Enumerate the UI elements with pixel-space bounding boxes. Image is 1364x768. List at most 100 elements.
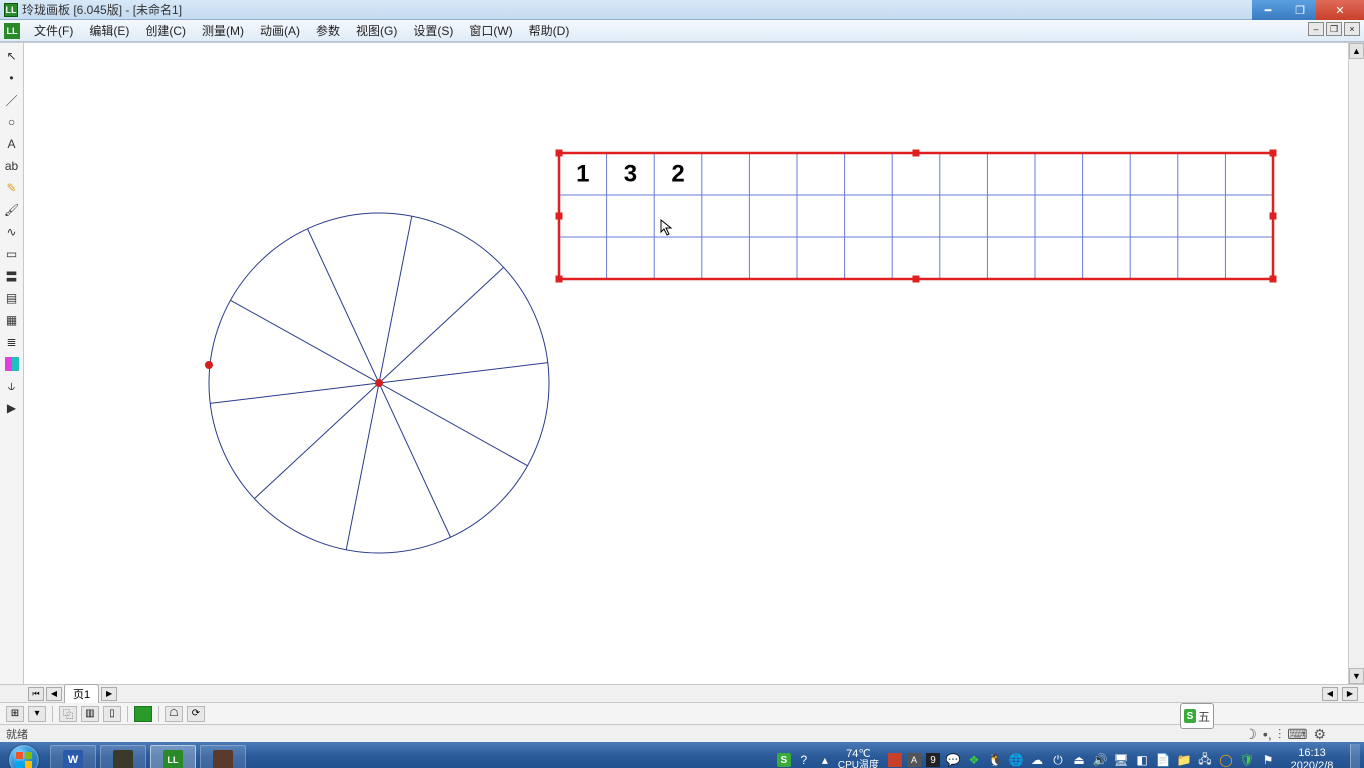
drawing-canvas[interactable]: 132 <box>24 43 1348 663</box>
menu-window[interactable]: 窗口(W) <box>461 20 520 41</box>
tool-lines[interactable]: ≣ <box>3 333 21 351</box>
ime-gear-icon[interactable]: ⚙ <box>1313 726 1326 743</box>
tray-network-icon[interactable]: 🖧 <box>1197 752 1213 768</box>
tray-sogou-icon[interactable]: S <box>777 753 791 767</box>
tool-pencil[interactable]: ✎ <box>3 179 21 197</box>
tray-cloud-icon[interactable]: ☁ <box>1029 752 1045 768</box>
tray-360-icon[interactable]: ◯ <box>1218 752 1234 768</box>
play-icon[interactable] <box>134 706 152 722</box>
windows-logo-icon <box>15 751 33 768</box>
menu-params[interactable]: 参数 <box>308 20 348 41</box>
taskbar-item-app2[interactable] <box>200 745 246 768</box>
close-button[interactable]: ✕ <box>1316 0 1364 20</box>
ime-indicator[interactable]: S 五 <box>1180 703 1214 729</box>
menu-measure[interactable]: 测量(M) <box>194 20 252 41</box>
cpu-temp-value: 74℃ <box>838 748 879 760</box>
tool-play[interactable]: ▶ <box>3 399 21 417</box>
layers-icon[interactable]: ▥ <box>81 706 99 722</box>
scroll-up-button[interactable]: ▲ <box>1349 43 1364 59</box>
tray-folder-icon[interactable]: 📁 <box>1176 752 1192 768</box>
tool-color[interactable] <box>3 355 21 373</box>
tool-brush[interactable]: 🖌 <box>3 201 21 219</box>
app-icon: LL <box>4 3 18 17</box>
tool-chart[interactable]: ⫝ <box>3 377 21 395</box>
hscroll-left[interactable]: ◀ <box>1322 687 1338 701</box>
menu-create[interactable]: 创建(C) <box>137 20 194 41</box>
clock[interactable]: 16:13 2020/2/8 <box>1285 747 1339 768</box>
tray-adobe-icon[interactable]: A <box>907 753 921 767</box>
tray-up-icon[interactable]: ▴ <box>817 752 833 768</box>
taskbar-item-linglong[interactable]: LL <box>150 745 196 768</box>
ime-menu-icon[interactable]: ⫶ <box>1278 726 1282 743</box>
doc-icon-btn[interactable]: ▯ <box>103 706 121 722</box>
tool-grid3[interactable]: ▤ <box>3 289 21 307</box>
tool-text-ab[interactable]: ab <box>3 157 21 175</box>
ime-keyboard-icon[interactable]: ⌨ <box>1287 726 1307 743</box>
tray-monitor-icon[interactable]: 🖥 <box>1113 752 1129 768</box>
canvas-area[interactable]: 132 <box>24 43 1348 684</box>
person-icon[interactable]: ☖ <box>165 706 183 722</box>
chevron-down-icon[interactable]: ▾ <box>28 706 46 722</box>
window-title: 玲珑画板 [6.045版] - [未命名1] <box>22 1 182 18</box>
menu-edit[interactable]: 编辑(E) <box>81 20 137 41</box>
tray-flag-icon[interactable]: ⚑ <box>1260 752 1276 768</box>
tool-point[interactable]: • <box>3 69 21 87</box>
menu-view[interactable]: 视图(G) <box>348 20 405 41</box>
tray-shield-icon[interactable]: 🛡 <box>1239 752 1255 768</box>
taskbar-item-word[interactable]: W <box>50 745 96 768</box>
mdi-minimize[interactable]: – <box>1308 22 1324 36</box>
tray-wechat-icon[interactable]: ❖ <box>966 752 982 768</box>
window-controls: ━ ❐ ✕ <box>1252 0 1364 20</box>
tray-calendar-icon[interactable] <box>888 753 902 767</box>
tray-app-icon[interactable]: ◧ <box>1134 752 1150 768</box>
status-text: 就绪 <box>6 726 28 742</box>
tool-polyline[interactable]: ∿ <box>3 223 21 241</box>
tray-power-icon[interactable]: ⏻ <box>1050 752 1066 768</box>
refresh-icon[interactable]: ⟳ <box>187 706 205 722</box>
show-desktop-button[interactable] <box>1350 744 1360 768</box>
tool-pointer[interactable]: ↖ <box>3 47 21 65</box>
ime-sogou-icon: S <box>1184 709 1196 723</box>
maximize-button[interactable]: ❐ <box>1284 0 1316 20</box>
tray-volume-icon[interactable]: 🔊 <box>1092 752 1108 768</box>
tray-msg-icon[interactable]: 💬 <box>945 752 961 768</box>
menu-settings[interactable]: 设置(S) <box>405 20 461 41</box>
grid-icon[interactable]: ⊞ <box>6 706 24 722</box>
page-tab-bar: ⏮ ◀ 页1 ▶ ◀ ▶ <box>0 684 1364 702</box>
start-button[interactable] <box>0 742 48 768</box>
ime-moon-icon: ☽ <box>1244 726 1257 743</box>
page-prev[interactable]: ◀ <box>46 687 62 701</box>
tool-line[interactable]: ／ <box>3 91 21 109</box>
tool-equals[interactable]: 〓 <box>3 267 21 285</box>
mdi-controls: – ❐ × <box>1308 22 1360 36</box>
page-next[interactable]: ▶ <box>101 687 117 701</box>
system-tray: S ? ▴ 74℃ CPU温度 A 9 💬 ❖ 🐧 🌐 ☁ ⏻ ⏏ 🔊 🖥 ◧ … <box>777 742 1360 768</box>
menu-file[interactable]: 文件(F) <box>26 20 81 41</box>
tray-doc-icon[interactable]: 📄 <box>1155 752 1171 768</box>
mdi-restore[interactable]: ❐ <box>1326 22 1342 36</box>
cpu-temp[interactable]: 74℃ CPU温度 <box>838 748 879 768</box>
tool-rect[interactable]: ▭ <box>3 245 21 263</box>
tool-circle[interactable]: ○ <box>3 113 21 131</box>
tool-grid4[interactable]: ▦ <box>3 311 21 329</box>
tray-help-icon[interactable]: ? <box>796 752 812 768</box>
grid-cell-text: 1 <box>576 161 589 188</box>
tray-globe-icon[interactable]: 🌐 <box>1008 752 1024 768</box>
page-first[interactable]: ⏮ <box>28 687 44 701</box>
tool-text-A[interactable]: A <box>3 135 21 153</box>
page-tab-1[interactable]: 页1 <box>64 684 99 703</box>
minimize-button[interactable]: ━ <box>1252 0 1284 20</box>
menu-animate[interactable]: 动画(A) <box>252 20 308 41</box>
hscroll-right[interactable]: ▶ <box>1342 687 1358 701</box>
mdi-close[interactable]: × <box>1344 22 1360 36</box>
taskbar-item-app1[interactable] <box>100 745 146 768</box>
tray-penguin-icon[interactable]: 🐧 <box>987 752 1003 768</box>
titlebar: LL 玲珑画板 [6.045版] - [未命名1] ━ ❐ ✕ <box>0 0 1364 20</box>
tray-nine-icon[interactable]: 9 <box>926 753 940 767</box>
tray-eject-icon[interactable]: ⏏ <box>1071 752 1087 768</box>
scroll-down-button[interactable]: ▼ <box>1349 668 1364 684</box>
bottom-toolbar: ⊞ ▾ ⿻ ▥ ▯ ☖ ⟳ <box>0 702 1364 724</box>
menu-help[interactable]: 帮助(D) <box>521 20 578 41</box>
vertical-scrollbar[interactable]: ▲ ▼ <box>1348 43 1364 684</box>
copy-icon[interactable]: ⿻ <box>59 706 77 722</box>
